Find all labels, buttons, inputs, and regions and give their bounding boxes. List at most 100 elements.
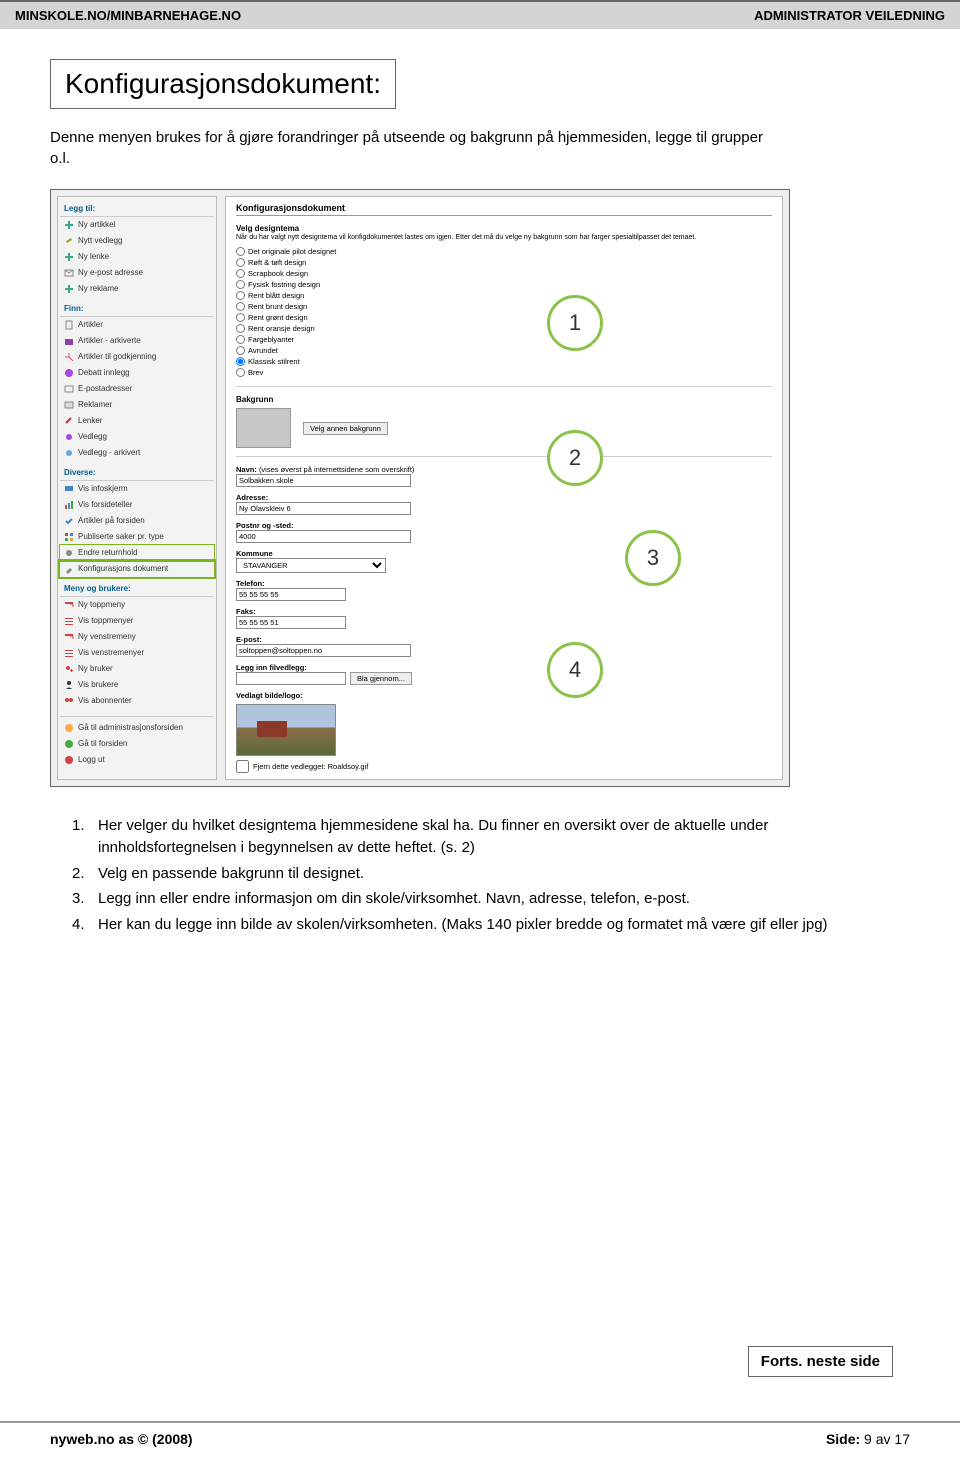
- back-icon: [64, 723, 74, 733]
- sidebar-item-debatt[interactable]: Debatt innlegg: [60, 365, 214, 381]
- design-option-label: Det originale pilot designet: [248, 247, 336, 256]
- sidebar-item-nytt-vedlegg[interactable]: Nytt vedlegg: [60, 233, 214, 249]
- sidebar-sec-legg-til: Legg til:: [60, 201, 214, 217]
- link-icon: [64, 416, 74, 426]
- file-path-input[interactable]: [236, 672, 346, 685]
- admin-sidebar: Legg til: Ny artikkel Nytt vedlegg Ny le…: [57, 196, 217, 780]
- plus-icon: [64, 252, 74, 262]
- design-radio[interactable]: [236, 357, 245, 366]
- design-option[interactable]: Rent grønt design: [236, 312, 772, 323]
- sidebar-item-artikler[interactable]: Artikler: [60, 317, 214, 333]
- sidebar-item-endre-returnhold[interactable]: Endre returnhold: [60, 545, 214, 561]
- design-option-label: Rent grønt design: [248, 313, 308, 322]
- sidebar-item-ny-reklame[interactable]: Ny reklame: [60, 281, 214, 297]
- design-desc: Når du har valgt nytt designtema vil kon…: [236, 233, 772, 242]
- design-radio[interactable]: [236, 247, 245, 256]
- mail-icon: [64, 268, 74, 278]
- design-option[interactable]: Brev: [236, 367, 772, 378]
- kommune-select[interactable]: STAVANGER: [236, 558, 386, 573]
- sidebar-item-logg-ut[interactable]: Logg ut: [60, 752, 214, 768]
- design-option[interactable]: Rent oransje design: [236, 323, 772, 334]
- sidebar-item-artikler-forsiden[interactable]: Artikler på forsiden: [60, 513, 214, 529]
- sidebar-item-artikler-godkjenning[interactable]: Artikler til godkjenning: [60, 349, 214, 365]
- design-radio[interactable]: [236, 335, 245, 344]
- explain-item-2: 2.Velg en passende bakgrunn til designet…: [72, 863, 832, 885]
- faks-input[interactable]: [236, 616, 346, 629]
- sidebar-item-vis-abonnenter[interactable]: Vis abonnenter: [60, 693, 214, 709]
- sidebar-sec-meny-brukere: Meny og brukere:: [60, 581, 214, 597]
- design-option[interactable]: Rent brunt design: [236, 301, 772, 312]
- page-title: Konfigurasjonsdokument:: [50, 59, 396, 109]
- gear-icon: [64, 548, 74, 558]
- sidebar-item-reklamer[interactable]: Reklamer: [60, 397, 214, 413]
- kommune-label: Kommune: [236, 549, 772, 558]
- sidebar-item-vedlegg[interactable]: Vedlegg: [60, 429, 214, 445]
- fjern-vedlegg-label: Fjern dette vedlegget: Roaldsoy.gif: [253, 762, 368, 771]
- page-header: MINSKOLE.NO/MINBARNEHAGE.NO ADMINISTRATO…: [0, 0, 960, 29]
- design-option[interactable]: Scrapbook design: [236, 268, 772, 279]
- sidebar-item-ny-toppmeny[interactable]: Ny toppmeny: [60, 597, 214, 613]
- telefon-input[interactable]: [236, 588, 346, 601]
- sidebar-item-vis-brukere[interactable]: Vis brukere: [60, 677, 214, 693]
- sidebar-item-artikler-arkiv[interactable]: Artikler - arkiverte: [60, 333, 214, 349]
- sidebar-item-ny-bruker[interactable]: Ny bruker: [60, 661, 214, 677]
- design-option[interactable]: Klassisk stilrent: [236, 356, 772, 367]
- sidebar-item-ny-artikkel[interactable]: Ny artikkel: [60, 217, 214, 233]
- design-radio[interactable]: [236, 269, 245, 278]
- design-radio[interactable]: [236, 291, 245, 300]
- sidebar-item-infoskjerm[interactable]: Vis infoskjerm: [60, 481, 214, 497]
- design-radio[interactable]: [236, 324, 245, 333]
- sidebar-item-epost[interactable]: E-postadresser: [60, 381, 214, 397]
- list-icon: [64, 648, 74, 658]
- sidebar-item-forsideteller[interactable]: Vis forsideteller: [60, 497, 214, 513]
- sidebar-item-vis-toppmenyer[interactable]: Vis toppmenyer: [60, 613, 214, 629]
- home-icon: [64, 739, 74, 749]
- browse-button[interactable]: Bla gjennom...: [350, 672, 412, 685]
- sidebar-item-konfigurasjons-dokument[interactable]: Konfigurasjons dokument: [60, 561, 214, 577]
- telefon-label: Telefon:: [236, 579, 772, 588]
- sidebar-item-ny-epost[interactable]: Ny e-post adresse: [60, 265, 214, 281]
- design-option[interactable]: Rent blått design: [236, 290, 772, 301]
- panel-title: Konfigurasjonsdokument: [236, 203, 772, 216]
- design-radio[interactable]: [236, 258, 245, 267]
- adresse-input[interactable]: [236, 502, 411, 515]
- design-radio[interactable]: [236, 346, 245, 355]
- sidebar-item-vis-venstremenyer[interactable]: Vis venstremenyer: [60, 645, 214, 661]
- design-radio[interactable]: [236, 368, 245, 377]
- design-option[interactable]: Røft & tøft design: [236, 257, 772, 268]
- list-icon: [64, 616, 74, 626]
- post-label: Postnr og -sted:: [236, 521, 772, 530]
- navn-input[interactable]: [236, 474, 411, 487]
- sidebar-item-vedlegg-arkiv[interactable]: Vedlegg - arkivert: [60, 445, 214, 461]
- sidebar-item-lenker[interactable]: Lenker: [60, 413, 214, 429]
- sidebar-item-ny-venstremeny[interactable]: Ny venstremeny: [60, 629, 214, 645]
- design-option[interactable]: Det originale pilot designet: [236, 246, 772, 257]
- screenshot-figure: Legg til: Ny artikkel Nytt vedlegg Ny le…: [50, 189, 790, 787]
- sidebar-item-ny-lenke[interactable]: Ny lenke: [60, 249, 214, 265]
- sidebar-item-admin-forsiden[interactable]: Gå til administrasjonsforsiden: [60, 720, 214, 736]
- design-radio[interactable]: [236, 313, 245, 322]
- sidebar-item-forsiden[interactable]: Gå til forsiden: [60, 736, 214, 752]
- callout-3: 3: [625, 530, 681, 586]
- footer-left: nyweb.no as © (2008): [50, 1431, 193, 1447]
- epost-input[interactable]: [236, 644, 411, 657]
- config-main-panel: Konfigurasjonsdokument Velg designtema N…: [225, 196, 783, 780]
- velg-bakgrunn-button[interactable]: Velg annen bakgrunn: [303, 422, 388, 435]
- design-option[interactable]: Fargeblyanter: [236, 334, 772, 345]
- forts-box: Forts. neste side: [748, 1346, 893, 1377]
- faks-label: Faks:: [236, 607, 772, 616]
- sidebar-item-publiserte[interactable]: Publiserte saker pr. type: [60, 529, 214, 545]
- chart-icon: [64, 500, 74, 510]
- body-area: Konfigurasjonsdokument: Denne menyen bru…: [0, 29, 960, 970]
- screen-icon: [64, 484, 74, 494]
- design-radio[interactable]: [236, 280, 245, 289]
- explanation-list: 1.Her velger du hvilket designtema hjemm…: [72, 815, 832, 940]
- menu-icon: [64, 632, 74, 642]
- fjern-vedlegg-checkbox[interactable]: [236, 760, 249, 773]
- design-option[interactable]: Fysisk fostring design: [236, 279, 772, 290]
- design-radio[interactable]: [236, 302, 245, 311]
- design-option[interactable]: Avrundet: [236, 345, 772, 356]
- design-option-label: Rent oransje design: [248, 324, 315, 333]
- post-input[interactable]: [236, 530, 411, 543]
- user-add-icon: [64, 664, 74, 674]
